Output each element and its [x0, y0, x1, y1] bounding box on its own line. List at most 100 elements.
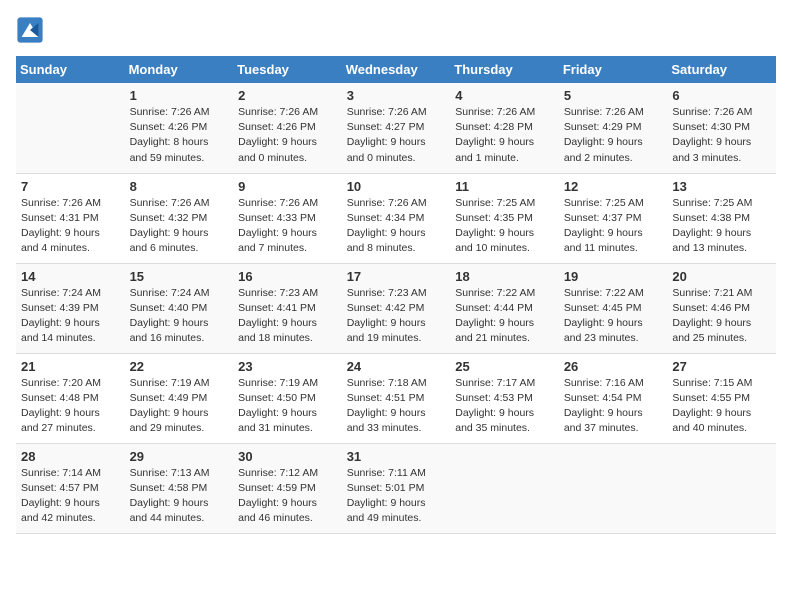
- day-info: Sunrise: 7:22 AMSunset: 4:44 PMDaylight:…: [455, 286, 554, 347]
- calendar-cell: [16, 83, 125, 173]
- calendar-cell: 9 Sunrise: 7:26 AMSunset: 4:33 PMDaylight…: [233, 173, 342, 263]
- calendar-cell: 26 Sunrise: 7:16 AMSunset: 4:54 PMDayligh…: [559, 353, 668, 443]
- day-info: Sunrise: 7:26 AMSunset: 4:31 PMDaylight:…: [21, 196, 120, 257]
- page-header: [16, 16, 776, 44]
- day-info: Sunrise: 7:11 AMSunset: 5:01 PMDaylight:…: [347, 466, 446, 527]
- day-info: Sunrise: 7:26 AMSunset: 4:28 PMDaylight:…: [455, 105, 554, 166]
- calendar-cell: 23 Sunrise: 7:19 AMSunset: 4:50 PMDayligh…: [233, 353, 342, 443]
- day-info: Sunrise: 7:23 AMSunset: 4:42 PMDaylight:…: [347, 286, 446, 347]
- calendar-cell: 13 Sunrise: 7:25 AMSunset: 4:38 PMDayligh…: [667, 173, 776, 263]
- day-number: 28: [21, 449, 120, 464]
- day-info: Sunrise: 7:26 AMSunset: 4:26 PMDaylight:…: [130, 105, 229, 166]
- day-number: 29: [130, 449, 229, 464]
- day-info: Sunrise: 7:18 AMSunset: 4:51 PMDaylight:…: [347, 376, 446, 437]
- day-info: Sunrise: 7:13 AMSunset: 4:58 PMDaylight:…: [130, 466, 229, 527]
- day-number: 13: [672, 179, 771, 194]
- header-cell-tuesday: Tuesday: [233, 56, 342, 83]
- calendar-cell: 22 Sunrise: 7:19 AMSunset: 4:49 PMDayligh…: [125, 353, 234, 443]
- day-number: 15: [130, 269, 229, 284]
- day-info: Sunrise: 7:17 AMSunset: 4:53 PMDaylight:…: [455, 376, 554, 437]
- day-info: Sunrise: 7:19 AMSunset: 4:50 PMDaylight:…: [238, 376, 337, 437]
- day-number: 21: [21, 359, 120, 374]
- day-number: 14: [21, 269, 120, 284]
- day-info: Sunrise: 7:26 AMSunset: 4:27 PMDaylight:…: [347, 105, 446, 166]
- header-cell-thursday: Thursday: [450, 56, 559, 83]
- calendar-cell: [559, 443, 668, 533]
- day-number: 10: [347, 179, 446, 194]
- header-cell-friday: Friday: [559, 56, 668, 83]
- day-info: Sunrise: 7:19 AMSunset: 4:49 PMDaylight:…: [130, 376, 229, 437]
- calendar-week-row: 1 Sunrise: 7:26 AMSunset: 4:26 PMDaylight…: [16, 83, 776, 173]
- day-number: 30: [238, 449, 337, 464]
- calendar-cell: 8Sunrise: 7:26 AMSunset: 4:32 PMDaylight…: [125, 173, 234, 263]
- calendar-cell: 2Sunrise: 7:26 AMSunset: 4:26 PMDaylight…: [233, 83, 342, 173]
- calendar-cell: 30 Sunrise: 7:12 AMSunset: 4:59 PMDayligh…: [233, 443, 342, 533]
- calendar-cell: 7 Sunrise: 7:26 AMSunset: 4:31 PMDaylight…: [16, 173, 125, 263]
- day-info: Sunrise: 7:20 AMSunset: 4:48 PMDaylight:…: [21, 376, 120, 437]
- calendar-cell: 10 Sunrise: 7:26 AMSunset: 4:34 PMDayligh…: [342, 173, 451, 263]
- calendar-cell: [667, 443, 776, 533]
- day-info: Sunrise: 7:26 AMSunset: 4:30 PMDaylight:…: [672, 105, 771, 166]
- day-number: 5: [564, 88, 663, 103]
- day-info: Sunrise: 7:21 AMSunset: 4:46 PMDaylight:…: [672, 286, 771, 347]
- calendar-cell: 20 Sunrise: 7:21 AMSunset: 4:46 PMDayligh…: [667, 263, 776, 353]
- day-number: 7: [21, 179, 120, 194]
- day-number: 20: [672, 269, 771, 284]
- day-number: 6: [672, 88, 771, 103]
- day-number: 26: [564, 359, 663, 374]
- calendar-cell: 19 Sunrise: 7:22 AMSunset: 4:45 PMDayligh…: [559, 263, 668, 353]
- day-info: Sunrise: 7:26 AMSunset: 4:34 PMDaylight:…: [347, 196, 446, 257]
- day-number: 12: [564, 179, 663, 194]
- day-number: 3: [347, 88, 446, 103]
- calendar-cell: 24 Sunrise: 7:18 AMSunset: 4:51 PMDayligh…: [342, 353, 451, 443]
- day-info: Sunrise: 7:25 AMSunset: 4:35 PMDaylight:…: [455, 196, 554, 257]
- day-info: Sunrise: 7:12 AMSunset: 4:59 PMDaylight:…: [238, 466, 337, 527]
- day-info: Sunrise: 7:14 AMSunset: 4:57 PMDaylight:…: [21, 466, 120, 527]
- day-info: Sunrise: 7:22 AMSunset: 4:45 PMDaylight:…: [564, 286, 663, 347]
- header-cell-sunday: Sunday: [16, 56, 125, 83]
- day-number: 1: [130, 88, 229, 103]
- day-number: 27: [672, 359, 771, 374]
- day-info: Sunrise: 7:26 AMSunset: 4:29 PMDaylight:…: [564, 105, 663, 166]
- calendar-cell: 4Sunrise: 7:26 AMSunset: 4:28 PMDaylight…: [450, 83, 559, 173]
- calendar-header-row: SundayMondayTuesdayWednesdayThursdayFrid…: [16, 56, 776, 83]
- day-info: Sunrise: 7:26 AMSunset: 4:32 PMDaylight:…: [130, 196, 229, 257]
- calendar-cell: 6 Sunrise: 7:26 AMSunset: 4:30 PMDaylight…: [667, 83, 776, 173]
- day-info: Sunrise: 7:25 AMSunset: 4:38 PMDaylight:…: [672, 196, 771, 257]
- calendar-cell: 27 Sunrise: 7:15 AMSunset: 4:55 PMDayligh…: [667, 353, 776, 443]
- header-cell-wednesday: Wednesday: [342, 56, 451, 83]
- day-info: Sunrise: 7:15 AMSunset: 4:55 PMDaylight:…: [672, 376, 771, 437]
- calendar-cell: 11 Sunrise: 7:25 AMSunset: 4:35 PMDayligh…: [450, 173, 559, 263]
- day-number: 19: [564, 269, 663, 284]
- calendar-cell: 28 Sunrise: 7:14 AMSunset: 4:57 PMDayligh…: [16, 443, 125, 533]
- day-info: Sunrise: 7:26 AMSunset: 4:26 PMDaylight:…: [238, 105, 337, 166]
- calendar-week-row: 14Sunrise: 7:24 AMSunset: 4:39 PMDayligh…: [16, 263, 776, 353]
- calendar-cell: 1 Sunrise: 7:26 AMSunset: 4:26 PMDaylight…: [125, 83, 234, 173]
- day-info: Sunrise: 7:25 AMSunset: 4:37 PMDaylight:…: [564, 196, 663, 257]
- calendar-week-row: 28 Sunrise: 7:14 AMSunset: 4:57 PMDayligh…: [16, 443, 776, 533]
- calendar-cell: 3 Sunrise: 7:26 AMSunset: 4:27 PMDaylight…: [342, 83, 451, 173]
- calendar-cell: [450, 443, 559, 533]
- day-info: Sunrise: 7:16 AMSunset: 4:54 PMDaylight:…: [564, 376, 663, 437]
- calendar-cell: 14Sunrise: 7:24 AMSunset: 4:39 PMDayligh…: [16, 263, 125, 353]
- logo-icon: [16, 16, 44, 44]
- day-number: 11: [455, 179, 554, 194]
- calendar-cell: 17Sunrise: 7:23 AMSunset: 4:42 PMDayligh…: [342, 263, 451, 353]
- calendar-week-row: 7 Sunrise: 7:26 AMSunset: 4:31 PMDaylight…: [16, 173, 776, 263]
- day-number: 24: [347, 359, 446, 374]
- calendar-cell: 15Sunrise: 7:24 AMSunset: 4:40 PMDayligh…: [125, 263, 234, 353]
- header-cell-monday: Monday: [125, 56, 234, 83]
- calendar-cell: 21 Sunrise: 7:20 AMSunset: 4:48 PMDayligh…: [16, 353, 125, 443]
- day-info: Sunrise: 7:26 AMSunset: 4:33 PMDaylight:…: [238, 196, 337, 257]
- day-number: 9: [238, 179, 337, 194]
- calendar-cell: 29 Sunrise: 7:13 AMSunset: 4:58 PMDayligh…: [125, 443, 234, 533]
- calendar-cell: 5 Sunrise: 7:26 AMSunset: 4:29 PMDaylight…: [559, 83, 668, 173]
- calendar-cell: 18 Sunrise: 7:22 AMSunset: 4:44 PMDayligh…: [450, 263, 559, 353]
- logo: [16, 16, 48, 44]
- day-info: Sunrise: 7:23 AMSunset: 4:41 PMDaylight:…: [238, 286, 337, 347]
- day-number: 23: [238, 359, 337, 374]
- day-number: 18: [455, 269, 554, 284]
- calendar-week-row: 21 Sunrise: 7:20 AMSunset: 4:48 PMDayligh…: [16, 353, 776, 443]
- day-number: 31: [347, 449, 446, 464]
- day-number: 22: [130, 359, 229, 374]
